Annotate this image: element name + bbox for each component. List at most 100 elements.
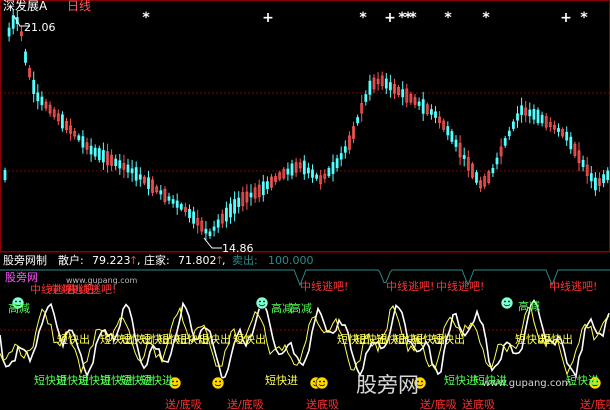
candle-body (179, 204, 183, 210)
retail-label: 散户: (58, 253, 84, 267)
retail-value: 79.223 (92, 254, 131, 267)
candle-body (462, 155, 466, 159)
candle-body (602, 174, 605, 184)
dealer-value: 71.802 (178, 254, 217, 267)
candle-body (114, 158, 118, 167)
candle-body (606, 170, 610, 181)
candle-body (265, 181, 269, 190)
candle-body (569, 136, 573, 150)
min-price-pointer (203, 237, 222, 249)
signal-label: 短快出 (432, 332, 465, 346)
candle-body (261, 181, 265, 196)
signal-label: 短快进 (474, 373, 507, 387)
candle-body (454, 139, 458, 147)
signal-label: 高减 (518, 299, 540, 313)
face-eye (219, 380, 221, 383)
plus-icon: + (262, 10, 274, 26)
candle-body (331, 162, 335, 174)
sell-value: 100.000 (268, 254, 314, 267)
signal-label: 高减 (290, 301, 312, 315)
candle-body (24, 51, 27, 63)
candle-body (306, 167, 310, 174)
dealer-label: 庄家: (144, 253, 170, 267)
signal-label: 送/底吸 (165, 397, 202, 410)
signal-label: 短快进 (444, 373, 477, 387)
candle-body (446, 126, 450, 136)
candle-body (520, 105, 523, 115)
candle-body (32, 79, 36, 95)
candle-body (134, 167, 138, 181)
candle-body (11, 15, 15, 29)
candle-body (364, 94, 368, 102)
candle-body (290, 163, 294, 176)
candle-body (167, 196, 171, 201)
candlestick-series (3, 9, 610, 242)
signal-label: 送/底吸 (580, 397, 610, 410)
signal-label: 送底吸 (462, 397, 495, 410)
smiley-face-icon (255, 296, 269, 310)
face-eye (323, 380, 325, 383)
source-label: 股旁网制 (3, 253, 47, 267)
candle-body (89, 145, 93, 155)
period-label: 日线 (67, 0, 91, 13)
candle-body (130, 168, 134, 174)
signal-label: 短快进 (140, 373, 173, 387)
candle-body (594, 177, 597, 191)
candle-body (40, 96, 44, 106)
asterisk-icon: * (409, 10, 417, 26)
candle-body (327, 168, 331, 177)
candle-body (126, 164, 130, 173)
candle-body (81, 136, 85, 148)
candle-body (335, 158, 339, 169)
separator-1: , (137, 254, 141, 267)
candle-body (216, 219, 220, 228)
candle-body (475, 172, 478, 183)
asterisk-icon: * (580, 10, 588, 26)
candle-body (286, 168, 290, 175)
candle-body (516, 113, 519, 121)
candle-body (495, 157, 499, 165)
chart-canvas[interactable]: * + * + *** * * + * 深发展A 日线 21.06 14.86 股旁网制 散户:… (0, 0, 610, 410)
watermark-site-cn: 股旁网 (5, 270, 38, 284)
face-eye (508, 300, 510, 303)
candle-body (557, 128, 560, 132)
candle-body (417, 101, 421, 106)
signal-label: 短快出 (198, 332, 231, 346)
asterisk-icon: * (444, 10, 452, 26)
asterisk-icon: * (482, 10, 490, 26)
signal-label: 送/底吸 (420, 397, 457, 410)
candle-body (421, 99, 425, 114)
candle-body (159, 190, 163, 195)
candle-body (581, 159, 585, 168)
candle-body (503, 138, 507, 146)
signal-label: 中线逃吧! (436, 279, 484, 293)
asterisk-icon: * (142, 10, 150, 26)
candle-body (315, 174, 319, 179)
candle-body (188, 208, 191, 219)
candle-body (208, 231, 212, 237)
candle-body (339, 153, 343, 160)
candle-body (118, 160, 122, 169)
candle-body (512, 121, 515, 129)
signal-label: 短快进 (566, 373, 599, 387)
candle-body (233, 199, 237, 214)
candle-body (224, 207, 228, 222)
face-eye (421, 380, 423, 383)
candle-body (61, 114, 64, 129)
candle-body (388, 82, 392, 91)
candle-body (302, 160, 306, 175)
candle-body (356, 117, 360, 124)
candle-body (540, 114, 544, 124)
candle-body (97, 148, 101, 161)
smiley-face-icon (500, 296, 514, 310)
candle-body (536, 109, 540, 123)
watermark-big-cn: 股旁网 (356, 373, 419, 397)
price-panel-frame (0, 0, 610, 252)
plus-icon: + (384, 10, 396, 26)
candle-body (175, 200, 179, 208)
smiley-face-icon (211, 376, 225, 390)
candle-body (532, 109, 536, 120)
sell-label: 卖出: (232, 253, 258, 267)
candle-body (311, 169, 314, 178)
candle-body (528, 109, 532, 117)
